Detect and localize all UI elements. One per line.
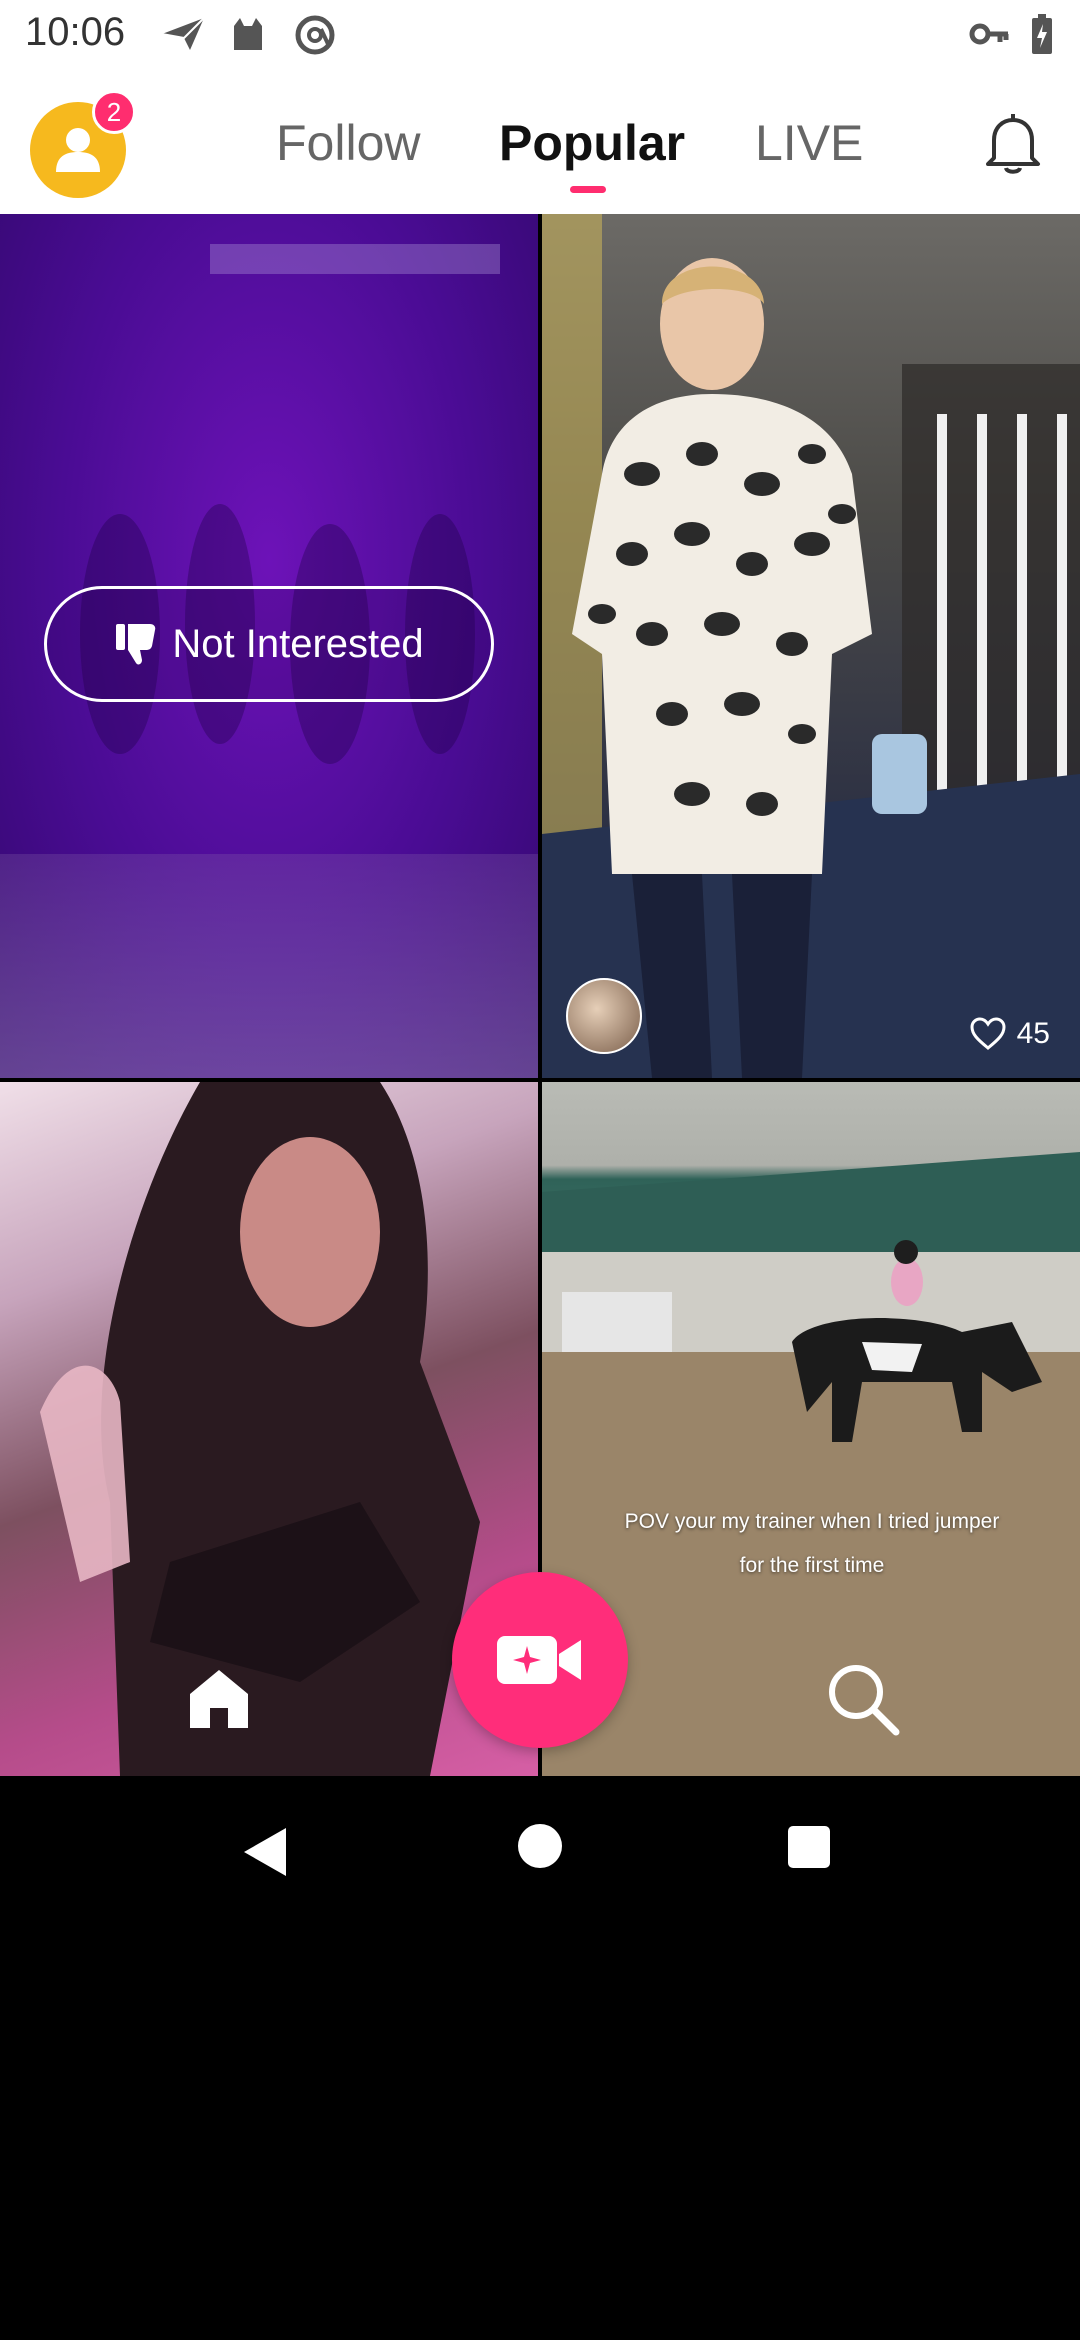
tab-live[interactable]: LIVE <box>755 114 863 172</box>
caption-line-1: POV your my trainer when I tried jumper <box>624 1510 1000 1533</box>
not-interested-label: Not Interested <box>172 621 424 666</box>
heart-icon <box>970 1017 1006 1050</box>
user-icon <box>56 128 100 172</box>
status-time: 10:06 <box>25 10 126 54</box>
recents-icon[interactable] <box>788 1826 830 1868</box>
home-icon[interactable] <box>184 1662 254 1732</box>
status-bar: 10:06 <box>0 0 1080 72</box>
like-count-value: 45 <box>1016 1017 1050 1050</box>
back-icon[interactable] <box>240 1826 290 1878</box>
search-icon[interactable] <box>826 1662 900 1736</box>
record-video-button[interactable] <box>452 1572 628 1748</box>
creator-avatar[interactable] <box>566 978 642 1054</box>
send-icon <box>161 17 205 50</box>
like-count: 45 <box>969 1014 1050 1054</box>
dance-floor <box>0 854 538 1078</box>
video-thumbnail <box>542 214 1080 1078</box>
at-icon <box>295 15 335 55</box>
header: 2 Follow Popular LIVE <box>0 72 1080 214</box>
record-video-icon <box>497 1636 581 1684</box>
caption-line-2: for the first time <box>739 1554 885 1577</box>
feed-video-card[interactable]: 45 <box>542 214 1080 1078</box>
feed-video-card[interactable]: Not Interested <box>0 214 538 1078</box>
not-interested-button[interactable]: Not Interested <box>44 586 494 702</box>
tab-popular[interactable]: Popular <box>499 114 685 172</box>
notification-count-badge: 2 <box>92 90 136 134</box>
tab-follow[interactable]: Follow <box>276 114 420 172</box>
cat-icon <box>234 18 262 50</box>
battery-charging-icon <box>1032 14 1052 54</box>
key-icon <box>969 23 1009 45</box>
notifications-bell-icon[interactable] <box>980 110 1046 178</box>
screen: 10:06 2 Follow Popular LIVE Not Interest… <box>0 0 1080 2340</box>
active-tab-indicator <box>570 186 606 193</box>
thumbs-down-icon <box>116 624 156 665</box>
system-home-icon[interactable] <box>518 1824 562 1868</box>
video-caption: POV your my trainer when I tried jumper … <box>562 1500 1062 1588</box>
